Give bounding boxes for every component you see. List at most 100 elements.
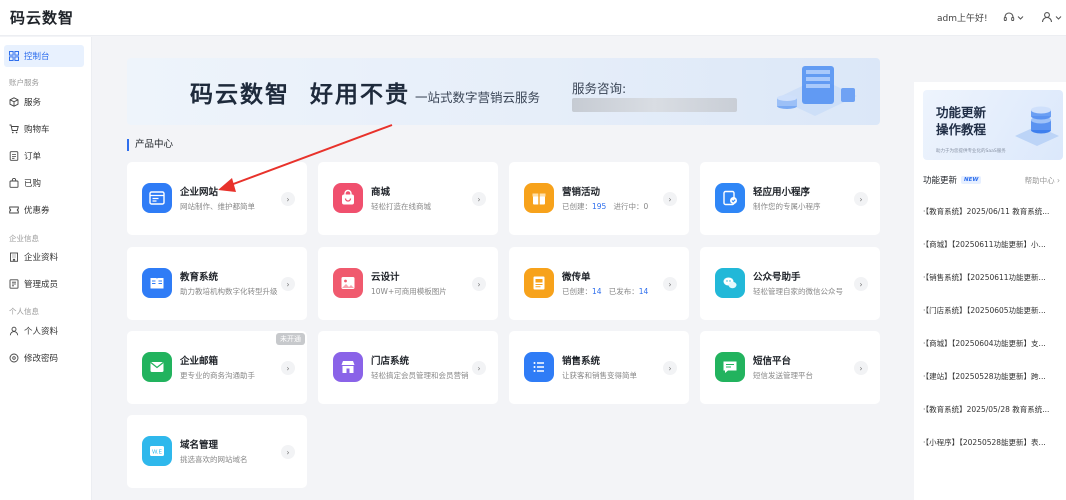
- user-greeting: adm上午好!: [937, 14, 988, 24]
- product-card-enterprise-mail[interactable]: 未开通 企业邮箱 更专业的商务沟通助手 ›: [127, 331, 307, 404]
- sidebar-group-enterprise: 企业信息: [9, 234, 39, 243]
- sidebar-item-dashboard[interactable]: 控制台: [4, 45, 84, 67]
- flyer-icon: [524, 268, 554, 298]
- sidebar-item-label: 订单: [24, 152, 42, 162]
- product-card-website[interactable]: 企业网站 网站制作、维护都简单 ›: [127, 162, 307, 235]
- chevron-right-icon[interactable]: ›: [472, 192, 486, 206]
- domain-icon: W.E: [142, 436, 172, 466]
- bag-icon: [9, 178, 19, 188]
- order-icon: [9, 151, 19, 161]
- news-item[interactable]: ·【小程序】【20250528能更新】表...: [923, 437, 1060, 448]
- database-illustration: [1015, 106, 1059, 146]
- news-item[interactable]: ·【销售系统】【20250611功能更新...: [923, 272, 1060, 283]
- cube-icon: [9, 97, 19, 107]
- chevron-right-icon[interactable]: ›: [854, 192, 868, 206]
- stat-running-label: 进行中：: [613, 202, 644, 211]
- chevron-right-icon[interactable]: ›: [854, 277, 868, 291]
- help-center-link[interactable]: 帮助中心 ›: [1025, 175, 1060, 186]
- sidebar-item-coupons[interactable]: 优惠券: [4, 199, 84, 221]
- miniapp-icon: [715, 183, 745, 213]
- product-desc: 网站制作、维护都简单: [180, 202, 255, 211]
- sidebar-item-services[interactable]: 服务: [4, 91, 84, 113]
- banner-consult-label: 服务咨询:: [572, 81, 627, 96]
- chevron-right-icon[interactable]: ›: [472, 277, 486, 291]
- chevron-right-icon[interactable]: ›: [281, 361, 295, 375]
- website-icon: [142, 183, 172, 213]
- product-stats: 已创建：14 已发布：14: [562, 286, 648, 297]
- chevron-right-icon[interactable]: ›: [663, 277, 677, 291]
- gift-icon: [524, 183, 554, 213]
- chevron-right-icon[interactable]: ›: [663, 192, 677, 206]
- updates-title-wrap: 功能更新 NEW: [923, 174, 982, 186]
- news-item[interactable]: ·【教育系统】2025/05/28 教育系统...: [923, 404, 1060, 415]
- status-badge: 未开通: [276, 333, 305, 345]
- sidebar-item-purchased[interactable]: 已购: [4, 172, 84, 194]
- sidebar-item-manage-members[interactable]: 管理成员: [4, 273, 84, 295]
- promo-banner[interactable]: 码云数智 好用不贵 一站式数字营销云服务 服务咨询:: [127, 58, 880, 125]
- stat-published-label: 已发布：: [608, 287, 639, 296]
- product-name: 企业网站: [180, 187, 219, 198]
- sidebar-group-account: 账户服务: [9, 78, 39, 87]
- app-logo[interactable]: 码云数智: [10, 7, 74, 28]
- building-icon: [10, 252, 18, 262]
- sidebar-item-personal-profile[interactable]: 个人资料: [4, 320, 84, 342]
- store-icon: [333, 352, 363, 382]
- banner-title: 码云数智 好用不贵: [190, 82, 411, 108]
- sidebar-item-label: 个人资料: [24, 327, 59, 337]
- product-card-sales-system[interactable]: 销售系统 让获客和销售变得简单 ›: [509, 331, 689, 404]
- news-item[interactable]: ·【商城】【20250611功能更新】小...: [923, 239, 1060, 250]
- product-name: 公众号助手: [753, 272, 801, 283]
- mail-icon: [142, 352, 172, 382]
- chevron-right-icon[interactable]: ›: [281, 192, 295, 206]
- sidebar-item-label: 控制台: [24, 52, 50, 62]
- user-menu[interactable]: [1041, 9, 1062, 25]
- product-card-education[interactable]: 教育系统 助力教培机构数字化转型升级 ›: [127, 247, 307, 320]
- product-card-miniapp[interactable]: 轻应用小程序 制作您的专属小程序 ›: [700, 162, 880, 235]
- product-card-store-system[interactable]: 门店系统 轻松搞定会员管理和会员营销 ›: [318, 331, 498, 404]
- chevron-right-icon[interactable]: ›: [663, 361, 677, 375]
- product-card-domain-management[interactable]: W.E 域名管理 挑选喜欢的网站域名 ›: [127, 415, 307, 488]
- product-card-sms-platform[interactable]: 短信平台 短信发送管理平台 ›: [700, 331, 880, 404]
- promo-title-line2: 操作教程: [936, 122, 987, 137]
- sms-icon: [715, 352, 745, 382]
- chevron-right-icon[interactable]: ›: [472, 361, 486, 375]
- headset-icon: [1003, 12, 1015, 21]
- sidebar-item-change-password[interactable]: 修改密码: [4, 347, 84, 369]
- sidebar-item-cart[interactable]: 购物车: [4, 118, 84, 140]
- svg-text:W.E: W.E: [152, 449, 163, 455]
- chevron-right-icon[interactable]: ›: [281, 445, 295, 459]
- product-card-flyer[interactable]: 微传单 已创建：14 已发布：14 ›: [509, 247, 689, 320]
- chevron-right-icon[interactable]: ›: [281, 277, 295, 291]
- news-item[interactable]: ·【建站】【20250528功能更新】跨...: [923, 371, 1060, 382]
- stat-created-label: 已创建：: [562, 287, 592, 296]
- product-name: 云设计: [371, 272, 400, 283]
- product-card-marketing[interactable]: 营销活动 已创建：195 进行中：0 ›: [509, 162, 689, 235]
- promo-title-line1: 功能更新: [936, 105, 987, 120]
- sidebar-item-orders[interactable]: 订单: [4, 145, 84, 167]
- members-icon: [9, 279, 19, 289]
- product-card-mall[interactable]: 商城 轻松打造在线商城 ›: [318, 162, 498, 235]
- product-card-cloud-design[interactable]: 云设计 10W+可商用模板图片 ›: [318, 247, 498, 320]
- chevron-down-icon: [1017, 15, 1024, 20]
- stat-created-value: 195: [592, 202, 607, 211]
- product-name: 企业邮箱: [180, 356, 219, 367]
- sidebar-item-label: 购物车: [24, 125, 50, 135]
- tutorial-promo-card[interactable]: 功能更新 操作教程 助力于为您提供专业化的SaaS服务: [923, 90, 1063, 160]
- sidebar: 控制台 账户服务 服务 购物车 订单 已购 优惠券 企业信息 企业资料 管理成员…: [0, 37, 92, 500]
- product-card-wechat-assistant[interactable]: 公众号助手 轻松管理自家的微信公众号 ›: [700, 247, 880, 320]
- sidebar-item-label: 企业资料: [24, 253, 59, 263]
- news-item[interactable]: ·【门店系统】【20250605功能更新...: [923, 305, 1060, 316]
- support-dropdown[interactable]: [1003, 9, 1024, 25]
- key-icon: [9, 353, 19, 363]
- product-name: 轻应用小程序: [753, 187, 811, 198]
- news-item[interactable]: ·【商城】【20250604功能更新】支...: [923, 338, 1060, 349]
- stat-created-label: 已创建：: [562, 202, 592, 211]
- news-item[interactable]: ·【教育系统】2025/06/11 教育系统...: [923, 206, 1060, 217]
- chevron-right-icon[interactable]: ›: [854, 361, 868, 375]
- sidebar-item-label: 修改密码: [24, 354, 59, 364]
- shop-bag-icon: [333, 183, 363, 213]
- updates-header: 功能更新 NEW 帮助中心 ›: [923, 174, 1060, 187]
- product-desc: 轻松搞定会员管理和会员营销: [371, 371, 469, 380]
- sidebar-item-company-profile[interactable]: 企业资料: [4, 246, 84, 268]
- stat-published-value: 14: [638, 287, 649, 296]
